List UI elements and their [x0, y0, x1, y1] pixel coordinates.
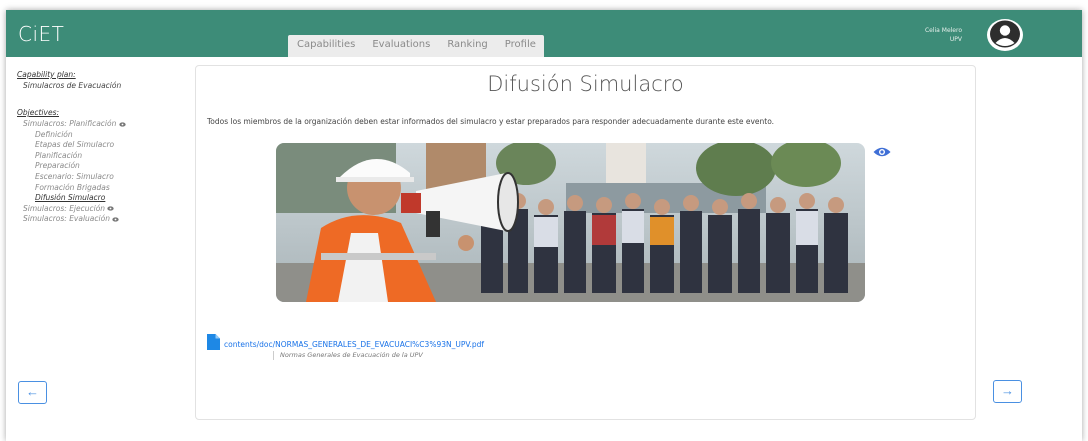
- sidebar: Capability plan: Simulacros de Evacuació…: [17, 70, 187, 225]
- arrow-left-icon: ←: [26, 384, 39, 399]
- sidebar-item-etapas[interactable]: Etapas del Simulacro: [17, 140, 187, 151]
- tab-ranking[interactable]: Ranking: [438, 35, 495, 57]
- sidebar-item-planificacion-sub[interactable]: Planificación: [17, 151, 187, 162]
- previous-button[interactable]: ←: [18, 381, 47, 404]
- document-link[interactable]: contents/doc/NORMAS_GENERALES_DE_EVACUAC…: [224, 340, 484, 349]
- tab-capabilities[interactable]: Capabilities: [288, 35, 363, 57]
- tab-evaluations[interactable]: Evaluations: [363, 35, 438, 57]
- top-bar: CiET Capabilities Evaluations Ranking Pr…: [6, 10, 1082, 57]
- sidebar-item-difusion[interactable]: Difusión Simulacro: [17, 193, 187, 204]
- sidebar-item-formacion[interactable]: Formación Brigadas: [17, 183, 187, 194]
- avatar-icon[interactable]: [986, 18, 1024, 52]
- sidebar-item-preparacion[interactable]: Preparación: [17, 161, 187, 172]
- sidebar-item-evaluacion[interactable]: Simulacros: Evaluación: [17, 214, 187, 225]
- sidebar-item-ejecucion[interactable]: Simulacros: Ejecución: [17, 204, 187, 215]
- objectives-heading: Objectives:: [17, 108, 59, 117]
- arrow-right-icon: →: [1001, 383, 1014, 398]
- user-info[interactable]: Celia Melero UPV: [925, 26, 962, 44]
- capability-plan-heading: Capability plan:: [17, 70, 76, 79]
- objective-description: Todos los miembros de la organización de…: [207, 117, 775, 126]
- document-caption: Normas Generales de Evacuación de la UPV: [273, 351, 423, 360]
- app-window: CiET Capabilities Evaluations Ranking Pr…: [6, 10, 1082, 441]
- user-name: Celia Melero: [924, 27, 962, 34]
- main-tabs: Capabilities Evaluations Ranking Profile: [288, 35, 544, 57]
- eye-icon[interactable]: [112, 217, 120, 222]
- next-button[interactable]: →: [993, 380, 1022, 403]
- eye-icon[interactable]: [873, 146, 891, 158]
- content-card: Difusión Simulacro Todos los miembros de…: [195, 65, 976, 420]
- page-title: Difusión Simulacro: [487, 72, 684, 96]
- user-org: UPV: [949, 36, 962, 43]
- eye-icon[interactable]: [107, 206, 115, 211]
- sidebar-item-planificacion[interactable]: Simulacros: Planificación: [17, 119, 187, 130]
- app-logo[interactable]: CiET: [18, 22, 64, 46]
- capability-plan-name[interactable]: Simulacros de Evacuación: [17, 81, 187, 90]
- sidebar-item-definicion[interactable]: Definición: [17, 130, 187, 141]
- evacuation-drill-photo: [276, 143, 865, 302]
- eye-icon[interactable]: [119, 121, 126, 127]
- file-icon[interactable]: [207, 334, 220, 350]
- tab-profile[interactable]: Profile: [496, 35, 544, 57]
- sidebar-item-escenario[interactable]: Escenario: Simulacro: [17, 172, 187, 183]
